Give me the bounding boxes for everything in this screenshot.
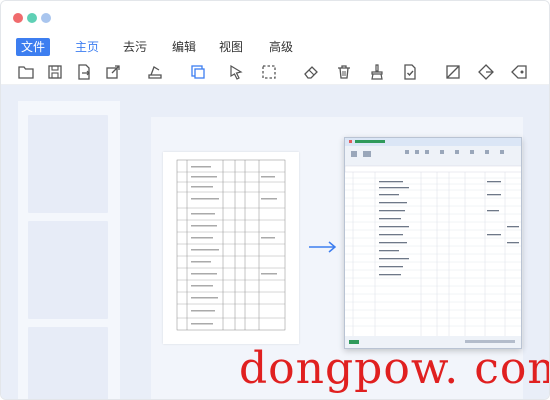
menu-bar: 文件 主页 去污 编辑 视图 高级: [1, 37, 549, 57]
menu-home[interactable]: 主页: [71, 38, 103, 56]
page-thumbnail[interactable]: [28, 221, 108, 319]
document-check-icon[interactable]: [401, 63, 419, 81]
marquee-select-icon[interactable]: [260, 63, 278, 81]
save-icon[interactable]: [46, 63, 64, 81]
spreadsheet-preview-image: [344, 137, 522, 349]
export-icon[interactable]: [75, 63, 93, 81]
page-thumbnail[interactable]: [28, 115, 108, 213]
menu-advanced[interactable]: 高级: [265, 38, 297, 56]
eraser-icon[interactable]: [302, 63, 320, 81]
title-bar: [1, 1, 549, 37]
erase-diamond-icon[interactable]: [477, 63, 495, 81]
scan-icon[interactable]: [146, 63, 164, 81]
maximize-window-button[interactable]: [41, 13, 51, 23]
close-window-button[interactable]: [13, 13, 23, 23]
page-thumbnail[interactable]: [28, 327, 108, 399]
open-folder-icon[interactable]: [17, 63, 35, 81]
copy-icon[interactable]: [189, 63, 207, 81]
menu-decontaminate[interactable]: 去污: [119, 38, 151, 56]
delete-icon[interactable]: [335, 63, 353, 81]
menu-view[interactable]: 视图: [215, 38, 247, 56]
page-thumbnail-panel[interactable]: [18, 101, 120, 399]
clean-brush-icon[interactable]: [368, 63, 386, 81]
select-pointer-icon[interactable]: [227, 63, 245, 81]
toolbar: [1, 59, 549, 85]
arrow-right-icon: [308, 238, 338, 257]
crop-icon[interactable]: [444, 63, 462, 81]
menu-edit[interactable]: 编辑: [168, 38, 200, 56]
app-window: 文件 主页 去污 编辑 视图 高级 dongpow. com: [0, 0, 550, 400]
document-preview-image: [163, 152, 299, 344]
minimize-window-button[interactable]: [27, 13, 37, 23]
watermark-text: dongpow. com: [239, 343, 550, 394]
erase-tag-icon[interactable]: [510, 63, 528, 81]
menu-file[interactable]: 文件: [16, 38, 50, 56]
share-icon[interactable]: [104, 63, 122, 81]
